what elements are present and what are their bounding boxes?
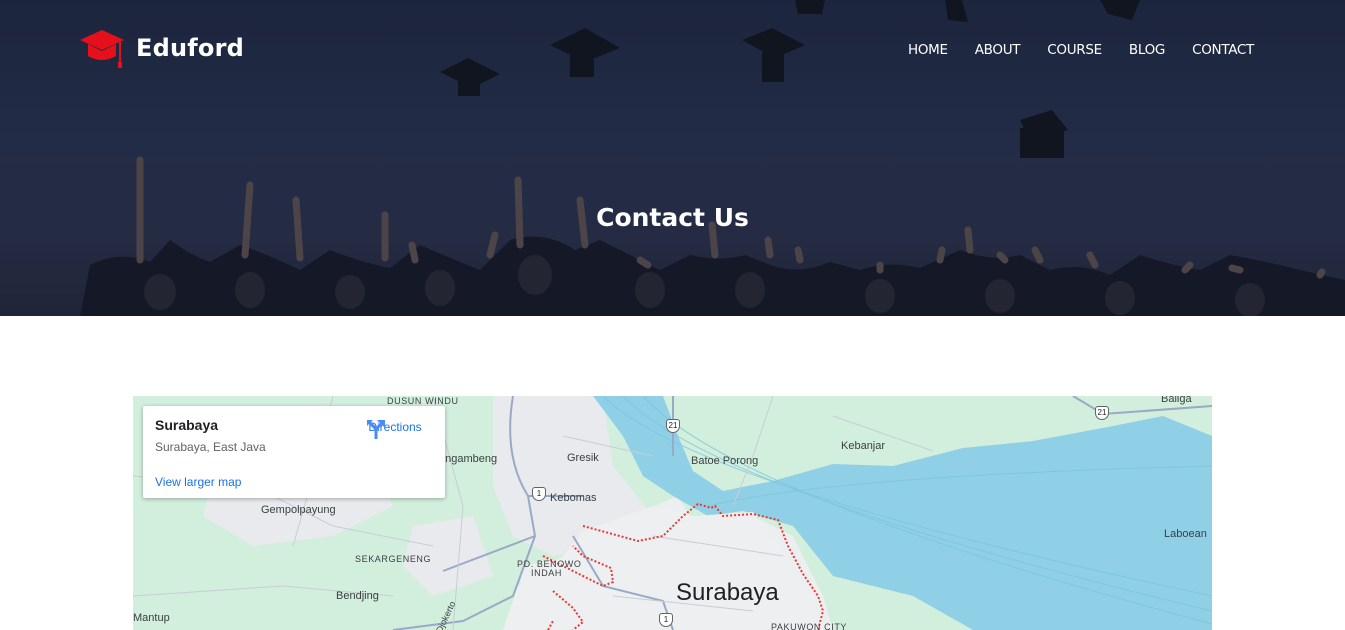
nav-about[interactable]: ABOUT [975,42,1021,58]
map-label-ngambeng: engambeng [439,453,498,465]
route-shield: 1 [659,613,673,627]
map-label-pakuwon: PAKUWON CITY [771,622,848,630]
map-label-gresik: Gresik [567,452,599,464]
map-label-dusun-windu: DUSUN WINDU [387,396,459,406]
map-label-sekargeneng: SEKARGENENG [355,554,432,564]
map-label-batoe-porong: Batoe Porong [691,455,759,467]
place-title: Surabaya [155,417,219,433]
nav-contact[interactable]: CONTACT [1192,42,1254,58]
brand-name: Eduford [136,34,245,62]
nav-blog[interactable]: BLOG [1129,42,1166,58]
graduation-cap-icon [80,30,124,68]
view-larger-map-link[interactable]: View larger map [155,475,241,489]
route-shield: 21 [1095,406,1109,420]
map-info-card: Surabaya Surabaya, East Java View larger… [143,406,445,498]
embedded-map[interactable]: DUSUN WINDU engambeng Gresik Batoe Poron… [133,396,1212,630]
nav-course[interactable]: COURSE [1047,42,1102,58]
map-label-surabaya: Surabaya [676,579,779,606]
brand-logo[interactable]: Eduford [78,26,244,70]
map-label-kebanjar: Kebanjar [841,440,886,452]
route-shield: 21 [666,419,680,433]
directions-icon [367,420,385,439]
map-label-laboean: Laboean [1164,528,1207,540]
main-nav: HOME ABOUT COURSE BLOG CONTACT [881,42,1254,58]
place-address: Surabaya, East Java [155,440,266,454]
map-label-bendjing: Bendjing [336,590,379,602]
map-label-indah: INDAH [531,568,563,578]
route-shield: 1 [532,487,546,501]
nav-home[interactable]: HOME [908,42,948,58]
page-title: Contact Us [596,203,749,232]
map-label-kebomas: Kebomas [550,492,597,504]
map-label-baliga: Baliga [1161,396,1192,405]
map-label-mantup: Mantup [133,612,170,624]
directions-button[interactable]: Directions [365,418,425,439]
hero-banner: Eduford HOME ABOUT COURSE BLOG CONTACT C… [0,0,1345,316]
map-label-gempolpayung: Gempolpayung [261,504,336,516]
